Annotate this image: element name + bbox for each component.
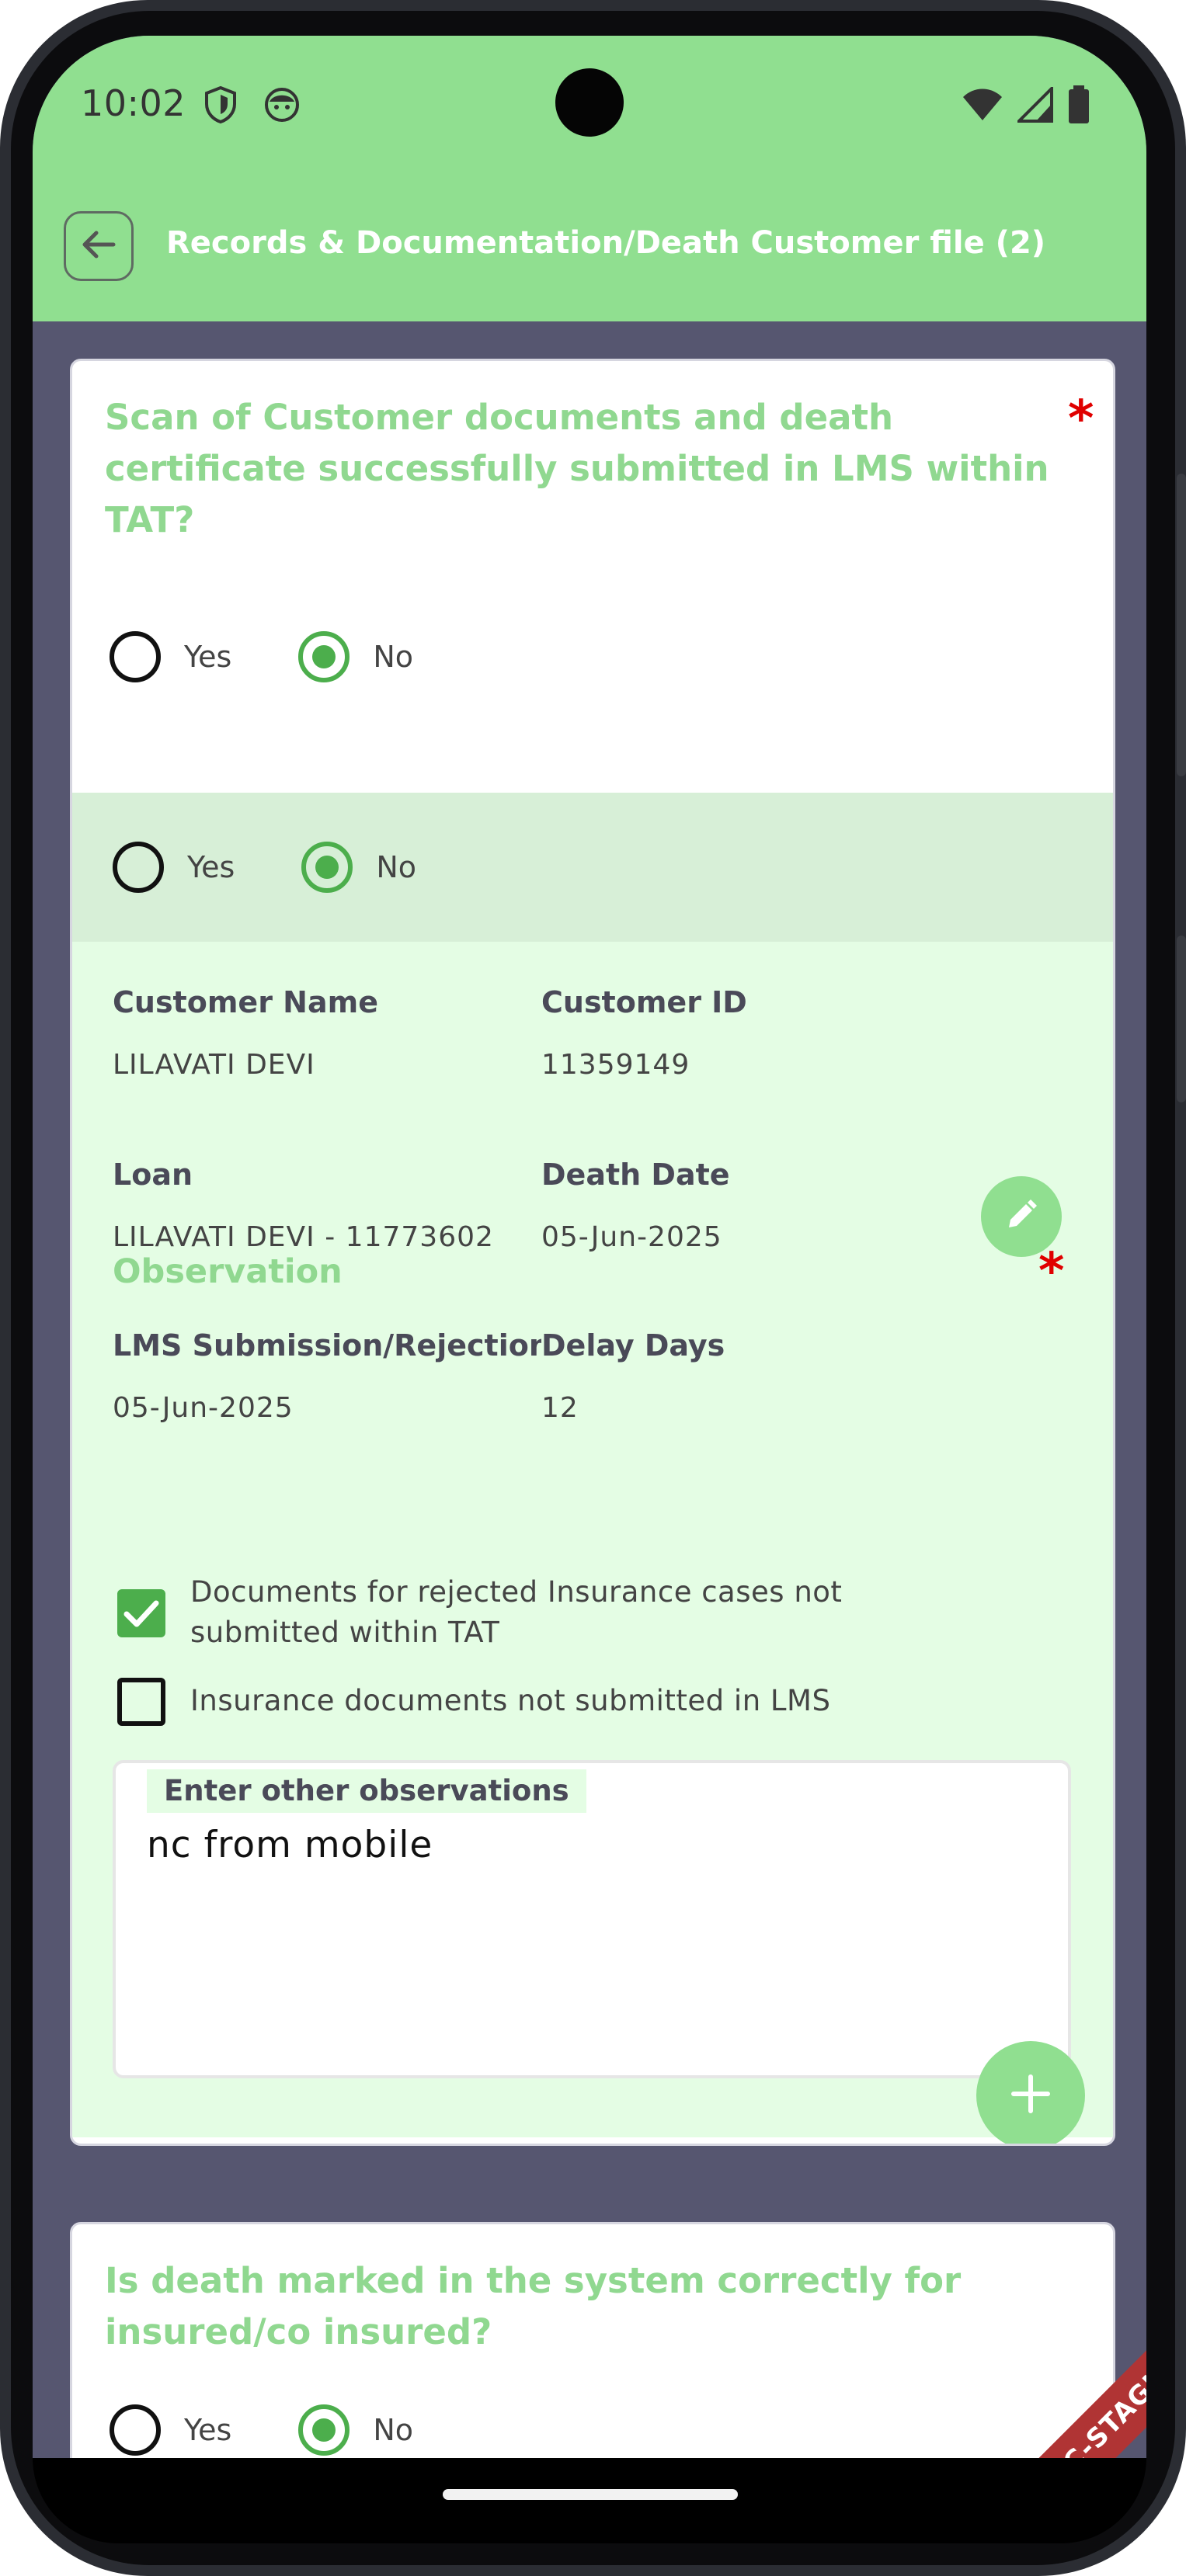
customer-id-value: 11359149 bbox=[541, 1049, 690, 1081]
lms-submission-label: LMS Submission/Rejection… bbox=[113, 1328, 541, 1363]
loan-value: LILAVATI DEVI - 11773602 bbox=[113, 1221, 494, 1253]
loan-label: Loan bbox=[113, 1158, 193, 1192]
question-text: Scan of Customer documents and death cer… bbox=[105, 397, 1049, 540]
face-icon bbox=[263, 85, 301, 127]
radio-no[interactable] bbox=[298, 2404, 350, 2456]
lms-submission-value: 05-Jun-2025 bbox=[113, 1392, 294, 1424]
home-indicator[interactable] bbox=[443, 2489, 738, 2500]
observation-title: Observation bbox=[113, 1252, 343, 1291]
arrow-left-icon bbox=[81, 229, 117, 263]
observation-label-1: Documents for rejected Insurance cases n… bbox=[190, 1575, 843, 1649]
signal-icon bbox=[1015, 85, 1053, 126]
plus-icon bbox=[1009, 2072, 1052, 2119]
radio-no-label: No bbox=[376, 850, 417, 884]
shield-icon bbox=[203, 85, 238, 127]
answer-radio-group: Yes No bbox=[110, 2404, 413, 2456]
radio-yes-label: Yes bbox=[184, 640, 232, 674]
customer-name-label: Customer Name bbox=[113, 985, 378, 1019]
answer-radio-group-echo: Yes No bbox=[113, 842, 416, 893]
radio-yes-label: Yes bbox=[187, 850, 235, 884]
screen: 10:02 Records & Documentation/Death Cust… bbox=[33, 36, 1146, 2458]
question-card: Scan of Customer documents and death cer… bbox=[70, 359, 1115, 2146]
death-date-label: Death Date bbox=[541, 1158, 730, 1192]
observation-label-2: Insurance documents not submitted in LMS bbox=[190, 1684, 831, 1717]
page-title: Records & Documentation/Death Customer f… bbox=[166, 225, 1046, 261]
battery-icon bbox=[1067, 85, 1090, 127]
radio-yes[interactable] bbox=[110, 2404, 161, 2456]
observation-checkbox-1[interactable] bbox=[117, 1589, 165, 1637]
customer-name-value: LILAVATI DEVI bbox=[113, 1049, 315, 1081]
required-indicator: * bbox=[1038, 1243, 1065, 1300]
observation-checkbox-2[interactable] bbox=[117, 1678, 165, 1726]
check-icon bbox=[123, 1600, 159, 1627]
customer-id-label: Customer ID bbox=[541, 985, 747, 1019]
answer-radio-group: Yes No bbox=[110, 631, 413, 682]
add-observation-button[interactable] bbox=[976, 2041, 1085, 2144]
power-button bbox=[1177, 936, 1186, 1102]
status-icons bbox=[962, 85, 1090, 127]
radio-no[interactable] bbox=[301, 842, 353, 893]
death-date-value: 05-Jun-2025 bbox=[541, 1221, 722, 1253]
back-button[interactable] bbox=[64, 211, 134, 281]
radio-yes-label: Yes bbox=[184, 2413, 232, 2447]
radio-no-label: No bbox=[373, 2413, 414, 2447]
other-observations-label: Enter other observations bbox=[147, 1769, 586, 1813]
app-header: 10:02 Records & Documentation/Death Cust… bbox=[33, 36, 1146, 321]
pencil-icon bbox=[1004, 1198, 1038, 1235]
navigation-bar bbox=[33, 2458, 1146, 2543]
status-time: 10:02 bbox=[81, 82, 186, 124]
selected-answer-band: Yes No bbox=[72, 793, 1113, 942]
radio-no-label: No bbox=[373, 640, 414, 674]
wifi-icon bbox=[962, 88, 1003, 125]
delay-days-label: Delay Days bbox=[541, 1328, 725, 1363]
volume-button bbox=[1177, 474, 1186, 776]
radio-yes[interactable] bbox=[110, 631, 161, 682]
delay-days-value: 12 bbox=[541, 1392, 579, 1424]
other-observations-value[interactable]: nc from mobile bbox=[147, 1824, 433, 1866]
radio-yes[interactable] bbox=[113, 842, 164, 893]
question-text: Is death marked in the system correctly … bbox=[105, 2260, 962, 2352]
radio-no[interactable] bbox=[298, 631, 350, 682]
required-indicator: * bbox=[1068, 391, 1094, 448]
camera-cutout bbox=[555, 68, 624, 137]
question-card: Is death marked in the system correctly … bbox=[70, 2222, 1115, 2458]
